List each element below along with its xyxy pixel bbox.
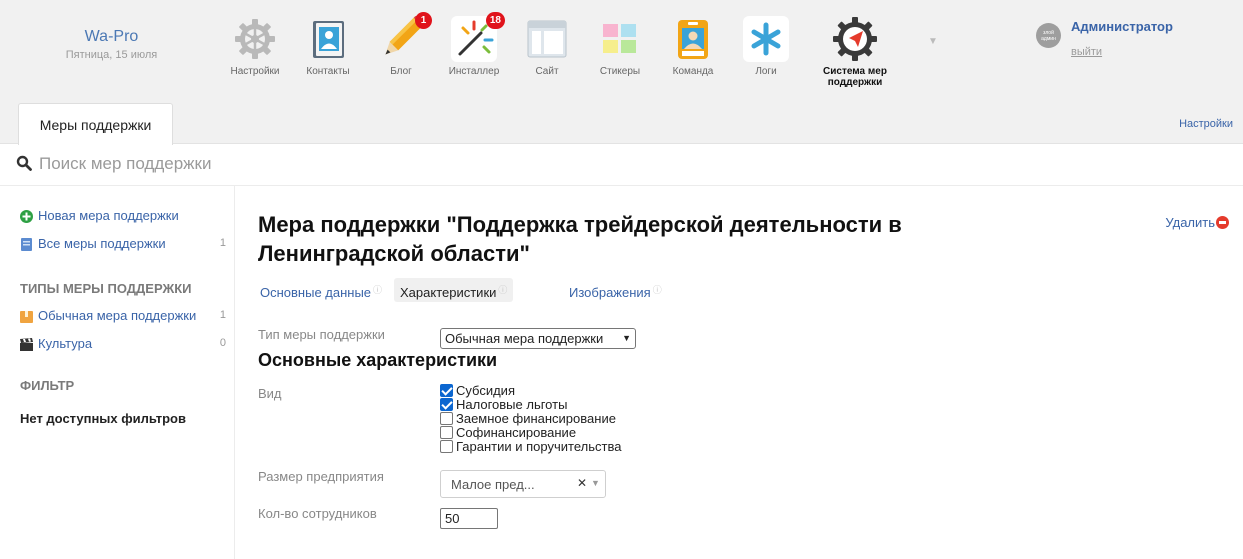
info-icon: ⓘ xyxy=(652,285,662,295)
tab-bar: Меры поддержки Настройки xyxy=(0,103,1243,145)
sidebar-item-label: Культура xyxy=(38,336,93,351)
notification-badge: 1 xyxy=(415,12,432,29)
chevron-down-icon: ▼ xyxy=(622,333,631,343)
app-site[interactable]: Сайт xyxy=(512,16,582,98)
filter-heading: ФИЛЬТР xyxy=(20,378,75,393)
tab-label: Изображения xyxy=(569,285,651,300)
tab-basic-data[interactable]: Основные данные ⓘ xyxy=(254,278,388,302)
type-select-value: Обычная мера поддержки xyxy=(445,331,604,346)
tab-images[interactable]: Изображения ⓘ xyxy=(563,278,668,302)
sidebar: Новая мера поддержки Все меры поддержки … xyxy=(0,186,234,559)
brand-name[interactable]: Wa-Pro xyxy=(0,28,223,46)
section-title: Основные характеристики xyxy=(258,350,498,370)
minus-circle-icon xyxy=(1216,216,1229,229)
checkbox[interactable] xyxy=(440,398,453,411)
sidebar-item-label: Все меры поддержки xyxy=(38,236,166,251)
user-name[interactable]: Администратор xyxy=(1071,19,1173,34)
checkbox[interactable] xyxy=(440,440,453,453)
checkbox-label: Софинансирование xyxy=(456,425,577,440)
app-label: Блог xyxy=(390,66,412,77)
size-select[interactable]: Малое пред... ✕ ▼ xyxy=(440,470,606,498)
checkbox-label: Налоговые льготы xyxy=(456,397,568,412)
sidebar-item-label: Обычная мера поддержки xyxy=(38,308,197,323)
sidebar-item-regular[interactable]: Обычная мера поддержки 1 xyxy=(20,308,226,326)
package-icon xyxy=(20,311,33,323)
sidebar-item-all[interactable]: Все меры поддержки 1 xyxy=(20,236,226,254)
sidebar-item-label: Новая мера поддержки xyxy=(38,208,179,223)
notification-badge: 18 xyxy=(485,12,505,29)
new-measure-link[interactable]: Новая мера поддержки xyxy=(20,208,226,226)
size-label: Размер предприятия xyxy=(258,469,384,484)
stickers-icon xyxy=(597,16,643,62)
app-blog[interactable]: 1 Блог xyxy=(366,12,436,98)
plus-circle-icon xyxy=(20,210,33,223)
checkbox-label: Субсидия xyxy=(456,383,515,398)
sidebar-item-culture[interactable]: Культура 0 xyxy=(20,336,226,354)
app-support-system[interactable]: Система мер поддержки xyxy=(820,16,890,98)
search-icon xyxy=(16,155,32,171)
tab-support-measures[interactable]: Меры поддержки xyxy=(18,103,173,145)
asterisk-icon xyxy=(743,16,789,62)
brand-date: Пятница, 15 июля xyxy=(65,49,158,61)
clear-icon[interactable]: ✕ xyxy=(577,476,587,490)
app-stickers[interactable]: Стикеры xyxy=(585,16,655,98)
app-logs[interactable]: Логи xyxy=(731,16,801,98)
app-header: Wa-Pro Пятница, 15 июля Настройки Контак… xyxy=(0,0,1243,103)
employees-label: Кол-во сотрудников xyxy=(258,506,377,521)
employees-field[interactable] xyxy=(440,508,498,529)
app-label: Команда xyxy=(672,66,714,77)
document-icon xyxy=(21,238,32,251)
main-content: Мера поддержки "Поддержка трейдерской де… xyxy=(234,186,1243,559)
contact-book-icon xyxy=(305,16,351,62)
pencil-icon: 1 xyxy=(378,12,432,62)
item-count: 0 xyxy=(219,337,226,349)
item-count: 1 xyxy=(219,309,226,321)
no-filters-text: Нет доступных фильтров xyxy=(20,411,186,426)
app-label: Инсталлер xyxy=(448,66,500,77)
kind-label: Вид xyxy=(258,386,282,401)
type-select[interactable]: Обычная мера поддержки ▼ xyxy=(440,328,636,349)
chevron-down-icon[interactable]: ▼ xyxy=(591,478,600,488)
avatar[interactable]: злой админ xyxy=(1036,23,1061,48)
settings-link[interactable]: Настройки xyxy=(1179,118,1233,130)
gear-icon xyxy=(232,16,278,62)
search-input[interactable] xyxy=(37,152,357,176)
app-team[interactable]: Команда xyxy=(658,16,728,98)
tab-characteristics[interactable]: Характеристики ⓘ xyxy=(394,278,514,302)
app-label: Логи xyxy=(755,66,777,77)
logout-link[interactable]: выйти xyxy=(1071,46,1102,58)
chevron-down-icon[interactable]: ▼ xyxy=(928,36,938,47)
app-settings[interactable]: Настройки xyxy=(220,16,290,98)
checkbox[interactable] xyxy=(440,412,453,425)
checkbox-label: Заемное финансирование xyxy=(456,411,616,426)
installer-sparkle-icon: 18 xyxy=(451,12,505,62)
app-label: Сайт xyxy=(535,66,559,77)
app-label: Стикеры xyxy=(599,66,641,77)
checkbox[interactable] xyxy=(440,384,453,397)
checkbox[interactable] xyxy=(440,426,453,439)
app-label: Настройки xyxy=(230,66,280,77)
size-select-value: Малое пред... xyxy=(451,477,535,492)
app-installer[interactable]: 18 Инсталлер xyxy=(439,12,509,98)
info-icon: ⓘ xyxy=(373,285,383,295)
app-contacts[interactable]: Контакты xyxy=(293,16,363,98)
app-label: Контакты xyxy=(306,66,350,77)
checkbox-label: Гарантии и поручительства xyxy=(456,439,622,454)
site-window-icon xyxy=(524,16,570,62)
type-label: Тип меры поддержки xyxy=(258,327,385,342)
clapperboard-icon xyxy=(20,338,33,351)
item-count: 1 xyxy=(219,237,226,249)
info-icon: ⓘ xyxy=(498,285,508,295)
tab-label: Характеристики xyxy=(400,285,497,300)
delete-button[interactable]: Удалить xyxy=(1165,215,1229,230)
team-badge-icon xyxy=(670,16,716,62)
navigation-gear-icon xyxy=(832,16,878,62)
delete-label: Удалить xyxy=(1165,215,1215,230)
brand[interactable]: Wa-Pro Пятница, 15 июля xyxy=(0,28,223,61)
app-label: Система мер поддержки xyxy=(823,66,887,88)
types-heading: ТИПЫ МЕРЫ ПОДДЕРЖКИ xyxy=(20,281,192,296)
page-title: Мера поддержки "Поддержка трейдерской де… xyxy=(258,212,902,266)
tab-label: Основные данные xyxy=(260,285,372,300)
